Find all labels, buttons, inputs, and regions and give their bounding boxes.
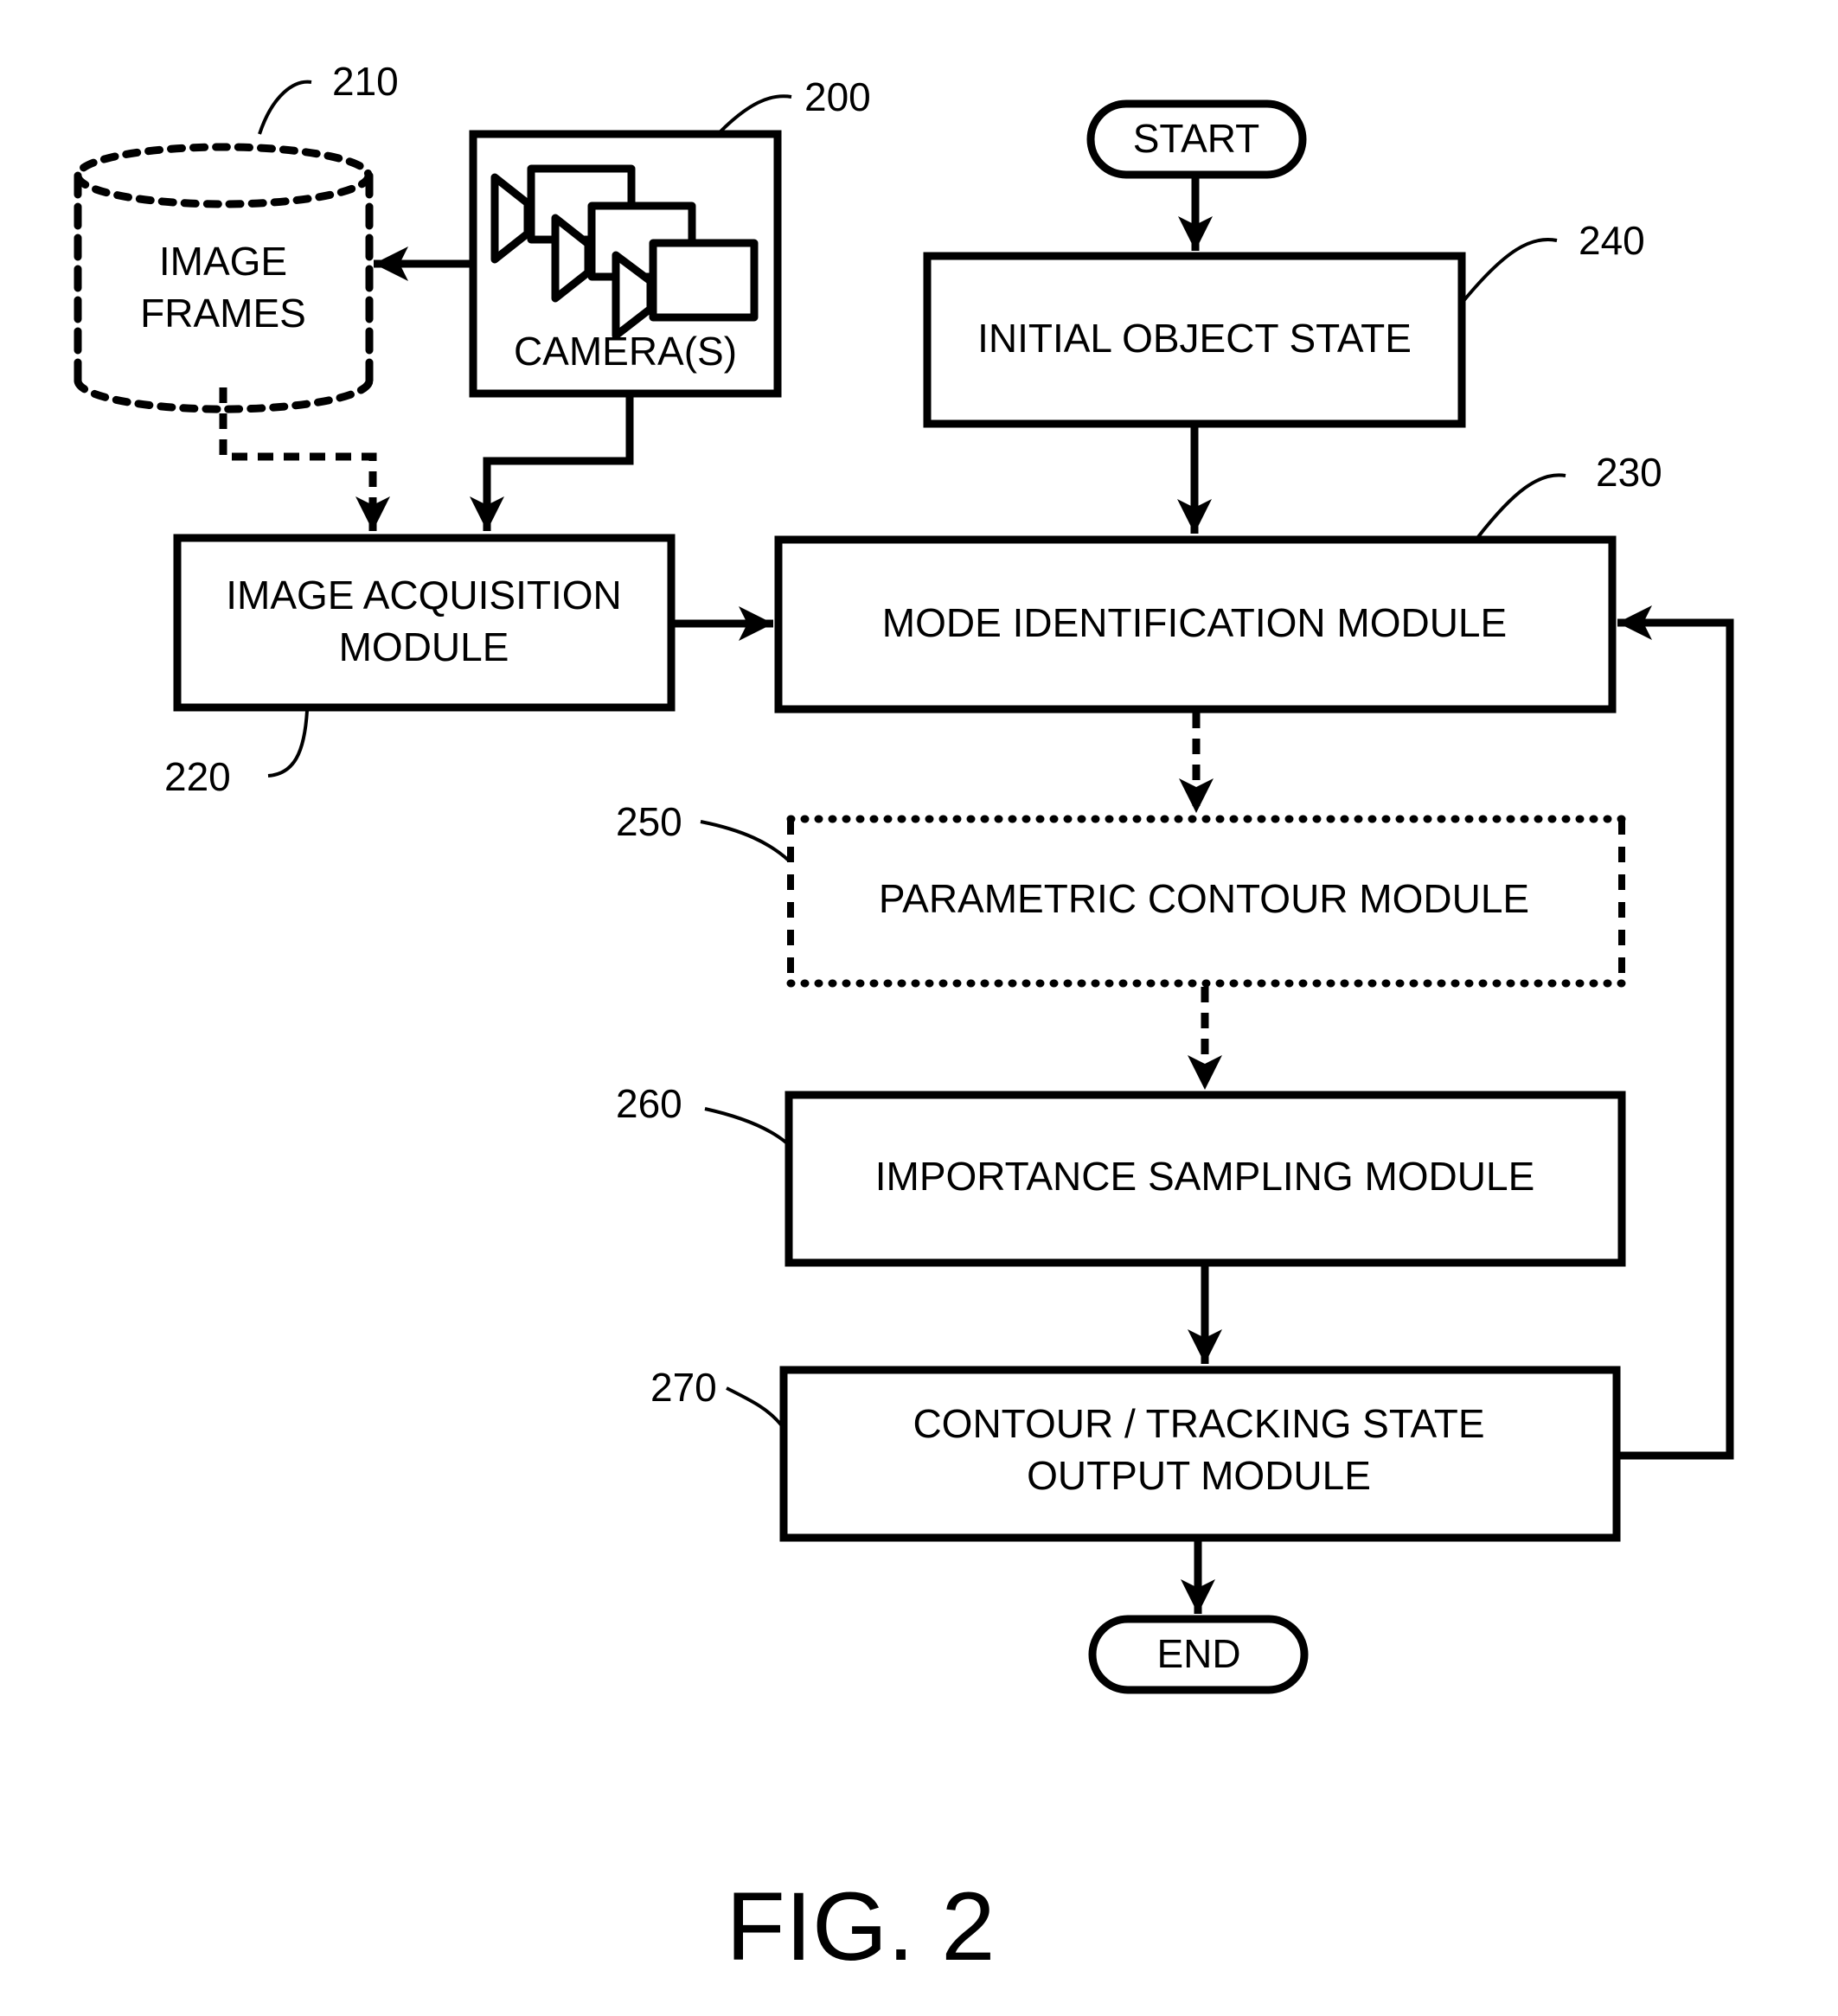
ref-label-220: 220: [164, 754, 231, 799]
ref-label-270: 270: [650, 1365, 717, 1410]
flowchart-diagram: IMAGE FRAMES 210 CAMERA(S) 200 START INI…: [74, 59, 1734, 1981]
ref-leader-250: [700, 820, 791, 862]
ref-leader-260: [704, 1107, 789, 1145]
parametric-contour-box: PARAMETRIC CONTOUR MODULE: [786, 815, 1626, 988]
mode-identification-box: MODE IDENTIFICATION MODULE: [774, 535, 1617, 714]
ref-leader-240: [1462, 238, 1558, 303]
end-terminator: END: [1088, 1615, 1309, 1694]
initial-object-state-label: INITIAL OBJECT STATE: [977, 316, 1412, 361]
initial-object-state-box: INITIAL OBJECT STATE: [923, 252, 1466, 428]
image-acquisition-line-1: IMAGE ACQUISITION: [226, 573, 622, 618]
ref-label-250: 250: [616, 799, 682, 844]
image-acquisition-line-2: MODULE: [339, 624, 509, 669]
start-label: START: [1133, 116, 1260, 161]
ref-label-230: 230: [1596, 450, 1662, 495]
ref-label-260: 260: [616, 1081, 682, 1126]
image-acquisition-box: IMAGE ACQUISITION MODULE: [173, 534, 676, 712]
mode-identification-label: MODE IDENTIFICATION MODULE: [882, 600, 1507, 645]
importance-sampling-box: IMPORTANCE SAMPLING MODULE: [785, 1091, 1626, 1267]
parametric-contour-label: PARAMETRIC CONTOUR MODULE: [879, 876, 1529, 921]
ref-leader-210: [258, 80, 312, 135]
cameras-box: CAMERA(S): [469, 130, 782, 398]
cameras-label: CAMERA(S): [514, 329, 737, 374]
edge-output-feedback-to-mode: [1617, 605, 1734, 1460]
contour-output-line-2: OUTPUT MODULE: [1027, 1453, 1371, 1498]
figure-caption: FIG. 2: [726, 1872, 995, 1981]
ref-leader-270: [726, 1386, 785, 1429]
image-frames-line-1: IMAGE: [159, 239, 287, 284]
image-frames-line-2: FRAMES: [140, 291, 306, 336]
start-terminator: START: [1086, 99, 1307, 179]
ref-label-240: 240: [1579, 218, 1645, 263]
importance-sampling-label: IMPORTANCE SAMPLING MODULE: [875, 1154, 1535, 1199]
ref-leader-230: [1476, 473, 1566, 540]
contour-output-box: CONTOUR / TRACKING STATE OUTPUT MODULE: [779, 1366, 1621, 1542]
edge-cameras-to-acquisition: [470, 397, 634, 531]
ref-label-200: 200: [804, 74, 871, 119]
ref-leader-200: [718, 94, 792, 134]
ref-label-210: 210: [332, 59, 399, 104]
end-label: END: [1156, 1631, 1240, 1676]
image-frames-database: IMAGE FRAMES: [74, 143, 374, 413]
ref-leader-220: [267, 710, 309, 778]
contour-output-line-1: CONTOUR / TRACKING STATE: [913, 1401, 1484, 1446]
